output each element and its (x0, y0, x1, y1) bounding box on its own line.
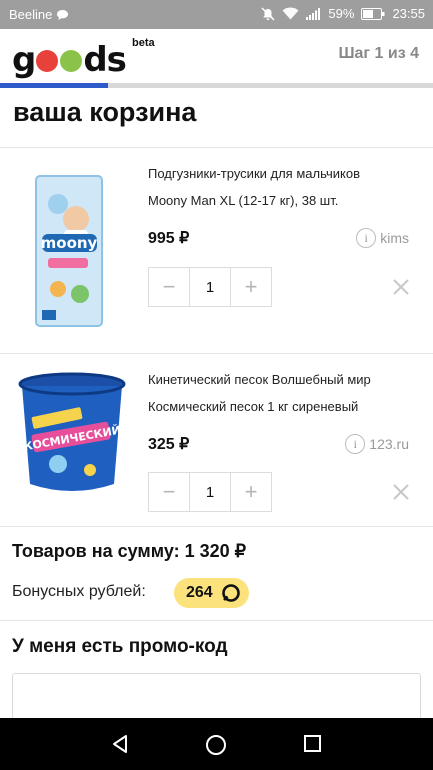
signal-icon (306, 7, 321, 20)
seller-name[interactable]: kims (380, 230, 409, 246)
increase-button[interactable]: + (230, 267, 272, 307)
product-name[interactable]: Подгузники-трусики для мальчиков Moony M… (148, 160, 418, 214)
battery-percent: 59% (328, 6, 355, 21)
promo-code-title[interactable]: У меня есть промо-код (12, 636, 228, 658)
increase-button[interactable]: + (230, 472, 272, 512)
status-icons: 59% 23:55 (261, 6, 425, 21)
bonus-coin-icon (221, 584, 240, 602)
svg-text:moony: moony (41, 234, 98, 252)
product-name[interactable]: Кинетический песок Волшебный мир Космиче… (148, 366, 418, 420)
page-title: ваша корзина (13, 97, 197, 127)
mute-icon (261, 7, 275, 20)
carrier: Beeline (9, 7, 69, 22)
beta-label: beta (132, 37, 155, 49)
home-icon[interactable] (205, 734, 227, 756)
quantity-value[interactable]: 1 (190, 472, 230, 512)
wifi-icon (282, 7, 299, 20)
carrier-name: Beeline (9, 7, 53, 22)
system-nav-bar (0, 718, 433, 770)
seller[interactable]: i 123.ru (345, 434, 409, 454)
divider (0, 526, 433, 527)
goods-logo[interactable]: g ds (12, 38, 127, 80)
quantity-value[interactable]: 1 (190, 267, 230, 307)
checkout-progress-fill (0, 83, 109, 88)
checkout-progress (0, 83, 433, 88)
bonus-value: 264 (186, 584, 213, 601)
back-icon[interactable] (110, 734, 130, 754)
product-name-line[interactable]: Подгузники-трусики для мальчиков (148, 160, 418, 187)
decrease-button[interactable]: − (148, 267, 190, 307)
logo-dot-red (36, 50, 59, 72)
quantity-stepper: − 1 + (148, 267, 272, 307)
clock: 23:55 (392, 6, 425, 21)
logo-text-end: ds (83, 40, 127, 80)
close-icon[interactable] (391, 482, 411, 502)
product-name-line[interactable]: Moony Man XL (12-17 кг), 38 шт. (148, 187, 418, 214)
logo-text-start: g (12, 40, 36, 80)
product-name-line[interactable]: Космический песок 1 кг сиреневый (148, 393, 418, 420)
product-name-line[interactable]: Кинетический песок Волшебный мир (148, 366, 418, 393)
cart-item: КОСМИЧЕСКИЙ Кинетический песок Волшебный… (0, 354, 433, 559)
decrease-button[interactable]: − (148, 472, 190, 512)
checkout-step: Шаг 1 из 4 (338, 45, 419, 62)
status-bar: Beeline 59% 23:55 (0, 0, 433, 29)
recents-icon[interactable] (303, 734, 322, 753)
quantity-stepper: − 1 + (148, 472, 272, 512)
info-icon[interactable]: i (356, 228, 377, 248)
bonus-badge: 264 (174, 578, 249, 608)
product-image-diapers[interactable]: moony (18, 174, 118, 329)
close-icon[interactable] (391, 277, 411, 297)
logo-dot-green (60, 50, 83, 72)
seller-name[interactable]: 123.ru (369, 436, 409, 452)
bonus-label: Бонусных рублей: (12, 583, 146, 600)
battery-icon (361, 7, 385, 20)
product-price: 325 ₽ (148, 436, 190, 453)
order-total: Товаров на сумму: 1 320 ₽ (12, 541, 247, 561)
app-header: g ds beta Шаг 1 из 4 (0, 29, 433, 83)
seller[interactable]: i kims (356, 228, 409, 248)
cart-item: moony Подгузники-трусики для мальчиков M… (0, 148, 433, 353)
message-icon (57, 9, 69, 20)
product-image-sand[interactable]: КОСМИЧЕСКИЙ (18, 372, 130, 497)
info-icon[interactable]: i (345, 434, 366, 454)
product-price: 995 ₽ (148, 230, 190, 247)
divider (0, 620, 433, 621)
